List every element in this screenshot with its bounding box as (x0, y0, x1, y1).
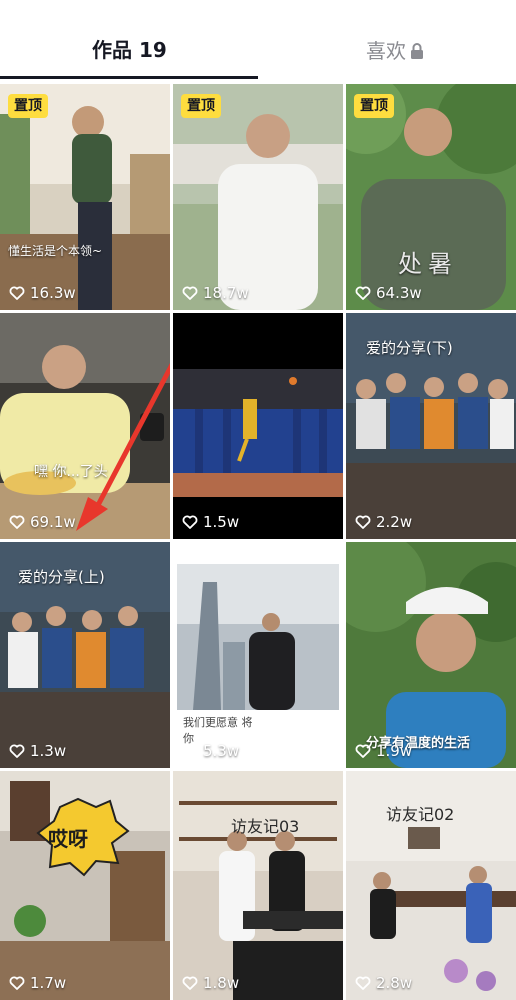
heart-outline-icon (9, 976, 25, 990)
video-caption: 爱的分享(下) (366, 339, 453, 357)
heart-outline-icon (182, 744, 198, 758)
video-thumbnail[interactable]: 置顶 18.7w (173, 84, 343, 310)
heart-outline-icon (182, 515, 198, 529)
video-thumbnail[interactable]: 置顶 处暑 64.3w (346, 84, 516, 310)
heart-outline-icon (355, 286, 371, 300)
like-count-value: 1.7w (30, 974, 67, 992)
like-count-value: 18.7w (203, 284, 249, 302)
video-thumbnail[interactable]: 分享有温度的生活 1.9w (346, 542, 516, 768)
like-count: 1.9w (355, 742, 412, 760)
video-frame (0, 313, 170, 539)
video-caption: 哎呀 (48, 827, 88, 851)
like-count: 64.3w (355, 284, 422, 302)
heart-outline-icon (355, 744, 371, 758)
video-caption: 访友记02 (386, 805, 455, 824)
video-thumbnail[interactable]: 爱的分享(下) 2.2w (346, 313, 516, 539)
like-count-value: 69.1w (30, 513, 76, 531)
heart-outline-icon (9, 744, 25, 758)
like-count-value: 16.3w (30, 284, 76, 302)
tab-indicator (0, 76, 258, 79)
video-caption: 爱的分享(上) (18, 568, 105, 586)
pinned-badge: 置顶 (181, 94, 221, 118)
video-thumbnail[interactable]: 访友记02 2.8w (346, 771, 516, 1000)
tab-works[interactable]: 作品 19 (92, 36, 167, 66)
like-count: 1.3w (9, 742, 66, 760)
video-thumbnail[interactable]: 1.5w (173, 313, 343, 539)
heart-outline-icon (182, 286, 198, 300)
like-count: 1.8w (182, 974, 239, 992)
profile-tabs: 作品 19 喜欢 (0, 0, 516, 82)
like-count: 18.7w (182, 284, 249, 302)
like-count-value: 64.3w (376, 284, 422, 302)
like-count: 1.7w (9, 974, 66, 992)
like-count: 2.8w (355, 974, 412, 992)
tab-likes-label: 喜欢 (366, 39, 406, 63)
lock-icon (411, 43, 423, 59)
tab-likes[interactable]: 喜欢 (366, 36, 424, 66)
like-count-value: 1.3w (30, 742, 67, 760)
like-count-value: 5.3w (203, 742, 240, 760)
like-count-value: 1.9w (376, 742, 413, 760)
like-count: 16.3w (9, 284, 76, 302)
like-count: 5.3w (182, 742, 239, 760)
video-thumbnail[interactable]: 访友记03 1.8w (173, 771, 343, 1000)
like-count-value: 1.8w (203, 974, 240, 992)
heart-outline-icon (355, 976, 371, 990)
heart-outline-icon (9, 515, 25, 529)
video-caption: 访友记03 (231, 817, 300, 836)
like-count: 1.5w (182, 513, 239, 531)
video-thumbnail[interactable]: 爱的分享(上) 1.3w (0, 542, 170, 768)
like-count-value: 2.2w (376, 513, 413, 531)
video-caption: 处暑 (398, 250, 458, 278)
heart-outline-icon (9, 286, 25, 300)
pinned-badge: 置顶 (354, 94, 394, 118)
like-count: 69.1w (9, 513, 76, 531)
video-thumbnail[interactable]: 哎呀 1.7w (0, 771, 170, 1000)
like-count-value: 2.8w (376, 974, 413, 992)
heart-outline-icon (355, 515, 371, 529)
heart-outline-icon (182, 976, 198, 990)
video-thumbnail[interactable]: 嘿 你...了头 69.1w (0, 313, 170, 539)
video-thumbnail[interactable]: 置顶 懂生活是个本领~ 16.3w (0, 84, 170, 310)
video-caption: 嘿 你...了头 (34, 464, 108, 480)
video-thumbnail[interactable]: 我们更愿意 将你 5.3w (173, 542, 343, 768)
pinned-badge: 置顶 (8, 94, 48, 118)
like-count-value: 1.5w (203, 513, 240, 531)
video-frame (0, 771, 170, 1000)
like-count: 2.2w (355, 513, 412, 531)
video-caption: 懂生活是个本领~ (8, 244, 103, 258)
video-frame (173, 771, 343, 1000)
video-frame (173, 313, 343, 539)
